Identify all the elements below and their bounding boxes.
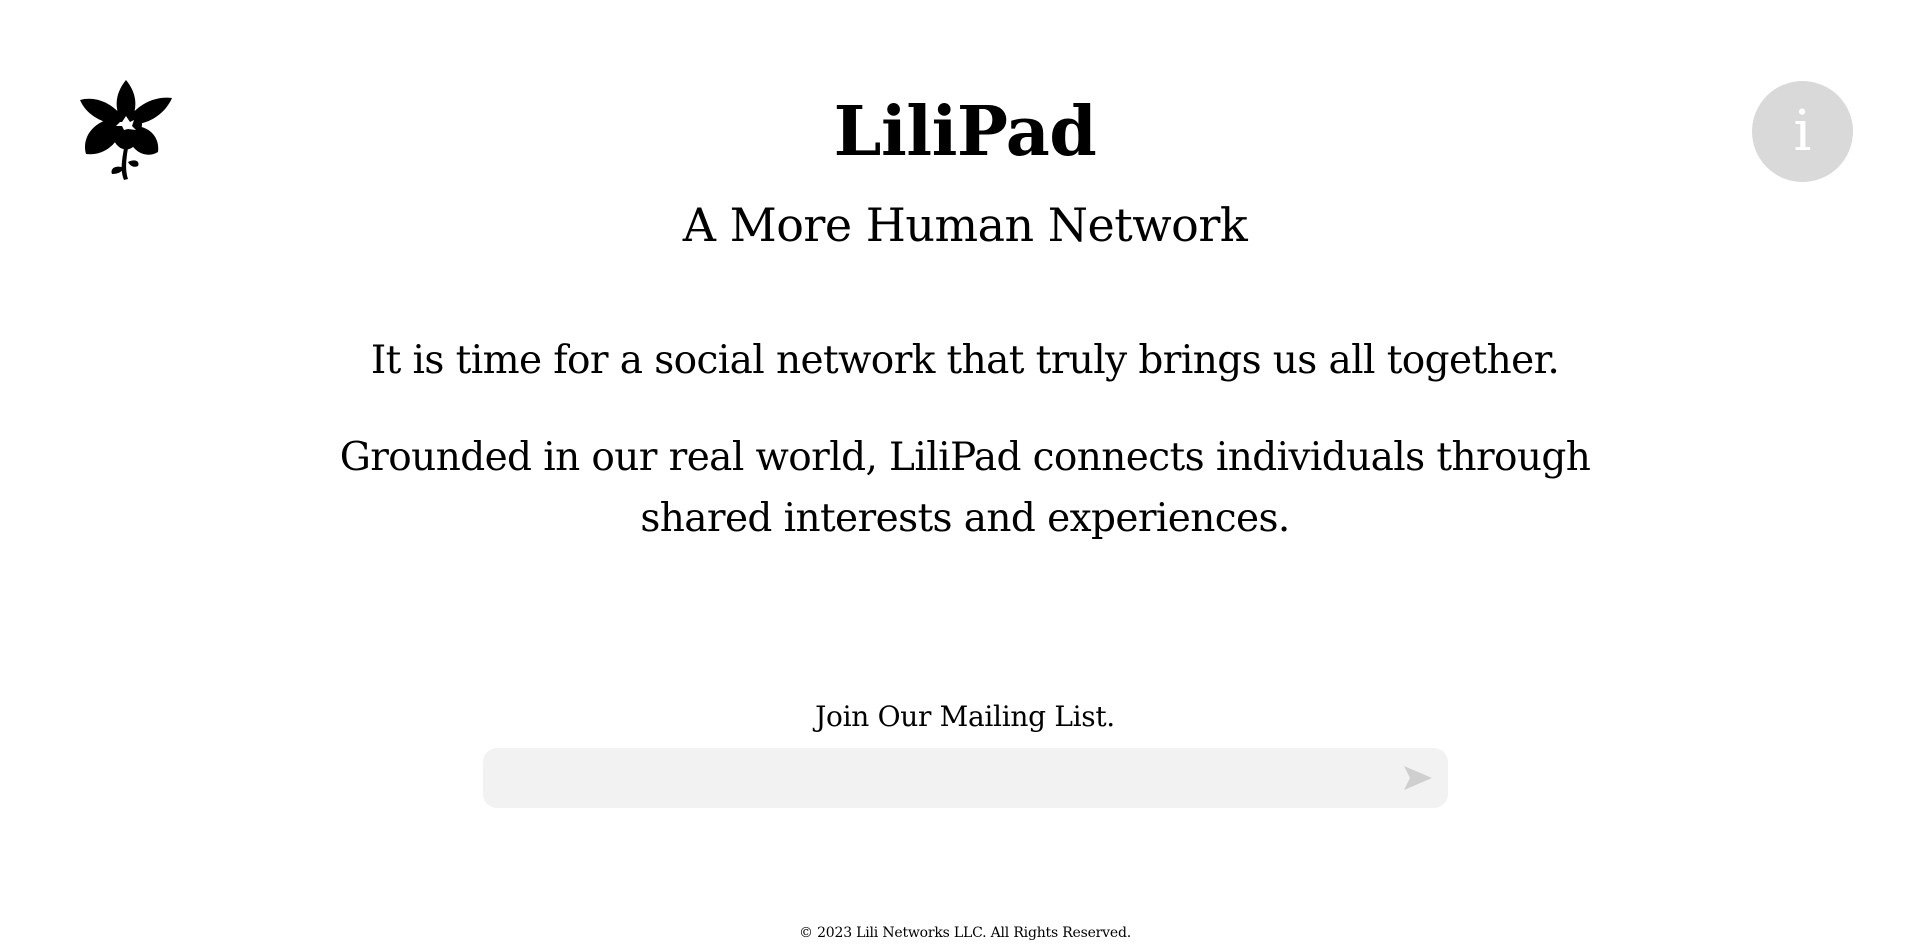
mailing-list-label: Join Our Mailing List.: [815, 700, 1115, 733]
intro-lead: It is time for a social network that tru…: [370, 338, 1560, 383]
mailing-list-form: [483, 748, 1448, 808]
copyright-footer: © 2023 Lili Networks LLC. All Rights Res…: [799, 925, 1131, 941]
send-arrow-icon: [1394, 766, 1440, 801]
landing-page: i LiliPad A More Human Network It is tim…: [0, 0, 1920, 945]
intro-body: Grounded in our real world, LiliPad conn…: [339, 435, 1591, 541]
site-title: LiliPad: [833, 92, 1097, 172]
site-tagline: A More Human Network: [682, 198, 1248, 252]
submit-button[interactable]: [1394, 758, 1440, 798]
email-input[interactable]: [483, 748, 1363, 808]
